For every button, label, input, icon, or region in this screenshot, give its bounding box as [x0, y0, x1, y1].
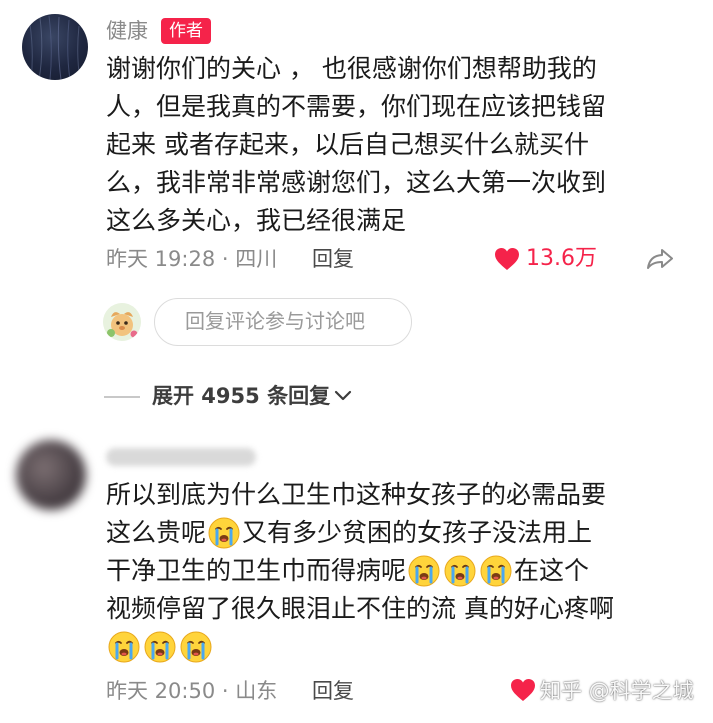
crying-face-icon	[180, 631, 212, 663]
comment-text-line: 谢谢你们的关心 ， 也很感谢你们想帮助我的	[106, 54, 597, 83]
reply-button[interactable]: 回复	[312, 244, 354, 274]
heart-icon	[510, 678, 536, 702]
reply-button[interactable]: 回复	[312, 676, 354, 706]
chevron-down-icon	[334, 390, 352, 401]
author-name[interactable]: 健康	[106, 16, 148, 46]
watermark: 知乎 @科学之城	[540, 679, 694, 703]
comment-text-line: 起来 或者存起来，以后自己想买什么就买什	[106, 130, 589, 159]
comment-text-segment: 所以到底为什么卫生巾这种女孩子的必需品要	[106, 480, 607, 509]
crying-face-icon	[480, 555, 512, 587]
crying-face-icon	[444, 555, 476, 587]
author-avatar[interactable]	[22, 14, 88, 80]
commenter-avatar[interactable]	[16, 440, 86, 510]
comment-text-segment: 又有多少贫困的女孩子没法用上	[242, 518, 593, 547]
like-count: 13.6万	[526, 246, 597, 271]
comment-text-line: 这么贵呢 又有多少贫困的女孩子没法用上	[106, 514, 614, 552]
heart-icon	[494, 247, 520, 271]
author-badge: 作者	[161, 18, 211, 44]
crying-face-icon	[408, 555, 440, 587]
crying-face-icon	[108, 631, 140, 663]
comment-text-segment: 这么贵呢	[106, 518, 207, 547]
comment-text-line: 么，我非常非常感谢您们，这么大第一次收到	[106, 168, 607, 197]
expand-replies-button[interactable]: 展开 4955 条回复	[152, 381, 352, 411]
comment-text-line	[106, 628, 614, 666]
comment-text-segment: 视频停留了很久眼泪止不住的流 真的好心疼啊	[106, 594, 614, 623]
comment-text-segment: 在这个	[514, 556, 590, 585]
reply-input[interactable]: 回复评论参与讨论吧	[154, 298, 412, 346]
comment-text: 谢谢你们的关心 ， 也很感谢你们想帮助我的 人，但是我真的不需要，你们现在应该把…	[106, 50, 606, 240]
comment-text-line: 视频停留了很久眼泪止不住的流 真的好心疼啊	[106, 590, 614, 628]
crying-face-icon	[208, 517, 240, 549]
divider	[104, 396, 140, 398]
comment-text-line: 人，但是我真的不需要，你们现在应该把钱留	[106, 92, 607, 121]
like-button[interactable]	[510, 678, 536, 702]
comment-text-segment: 干净卫生的卫生巾而得病呢	[106, 556, 407, 585]
crying-face-icon	[144, 631, 176, 663]
commenter-name-blurred	[106, 448, 256, 466]
share-icon[interactable]	[646, 247, 674, 271]
current-user-avatar	[103, 303, 141, 341]
like-button[interactable]: 13.6万	[494, 244, 597, 274]
comment-meta: 昨天 20:50 · 山东	[106, 679, 278, 703]
comment-text-line: 这么多关心，我已经很满足	[106, 206, 407, 235]
expand-replies-label: 展开 4955 条回复	[152, 384, 331, 408]
comment-text-line: 干净卫生的卫生巾而得病呢 在这个	[106, 552, 614, 590]
comment-meta: 昨天 19:28 · 四川	[106, 247, 278, 271]
comment-text: 所以到底为什么卫生巾这种女孩子的必需品要 这么贵呢 又有多少贫困的女孩子没法用上…	[106, 476, 614, 666]
comment-text-line: 所以到底为什么卫生巾这种女孩子的必需品要	[106, 476, 614, 514]
